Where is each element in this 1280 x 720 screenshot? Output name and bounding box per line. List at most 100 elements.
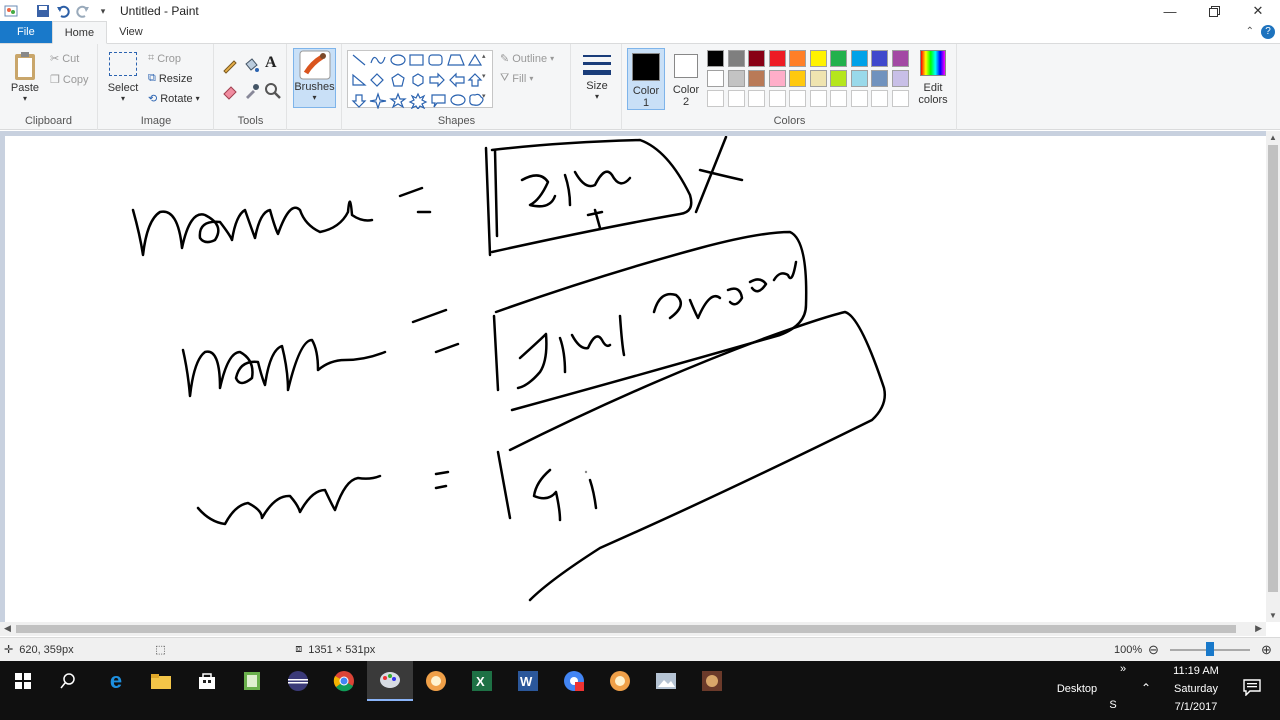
store-icon[interactable] <box>184 661 230 701</box>
select-button[interactable]: Select ▾ <box>107 52 139 103</box>
shapes-gallery[interactable] <box>347 50 493 111</box>
eclipse-icon[interactable] <box>275 661 321 701</box>
palette-swatch[interactable] <box>789 70 806 87</box>
redo-icon[interactable] <box>74 2 92 20</box>
palette-swatch[interactable] <box>809 50 827 67</box>
tab-home[interactable]: Home <box>51 21 108 44</box>
game-app-icon[interactable] <box>689 661 735 701</box>
file-explorer-icon[interactable] <box>138 661 184 701</box>
scroll-down-icon[interactable]: ▼ <box>1269 611 1277 620</box>
eraser-icon[interactable] <box>221 82 241 102</box>
clock-day[interactable]: Saturday <box>1166 683 1226 695</box>
cut-button[interactable]: ✂ Cut <box>50 52 79 66</box>
close-icon[interactable]: ✕ <box>1236 0 1280 22</box>
palette-swatch[interactable] <box>768 70 786 87</box>
palette-swatch[interactable] <box>748 70 765 87</box>
undo-icon[interactable] <box>54 2 72 20</box>
palette-swatch[interactable] <box>727 50 745 67</box>
paste-button[interactable]: Paste ▾ <box>8 50 42 103</box>
palette-swatch[interactable] <box>830 50 847 67</box>
action-center-icon[interactable] <box>1232 669 1272 705</box>
restore-icon[interactable] <box>1192 0 1236 22</box>
shapes-scroll-up-icon[interactable]: ▴ <box>482 52 486 60</box>
palette-swatch[interactable] <box>809 70 827 87</box>
color2-button[interactable]: Color 2 <box>667 48 705 110</box>
palette-swatch[interactable] <box>748 90 765 107</box>
shapes-scroll-down-icon[interactable]: ▾ <box>482 72 486 80</box>
tab-file[interactable]: File <box>0 21 52 43</box>
scroll-right-icon[interactable]: ▶ <box>1255 623 1262 634</box>
drawing-canvas[interactable] <box>5 136 1266 622</box>
edge-icon[interactable]: e <box>93 661 139 701</box>
vertical-scrollbar[interactable]: ▲ ▼ <box>1266 131 1280 622</box>
scroll-left-icon[interactable]: ◀ <box>4 623 11 634</box>
palette-swatch[interactable] <box>768 50 786 67</box>
text-tool-icon[interactable]: A <box>265 54 277 72</box>
toolbar-overflow-icon[interactable]: » <box>1116 663 1130 675</box>
collapse-ribbon-icon[interactable]: ⌃ <box>1246 26 1254 37</box>
app-flower-icon-2[interactable] <box>597 661 643 701</box>
word-icon[interactable]: W <box>505 661 551 701</box>
size-button[interactable]: Size ▾ <box>578 52 616 101</box>
palette-swatch[interactable] <box>830 90 847 107</box>
save-icon[interactable] <box>34 2 52 20</box>
palette-swatch[interactable] <box>748 50 765 67</box>
desktop-toolbar-label[interactable]: Desktop <box>1052 683 1102 695</box>
horizontal-scroll-thumb[interactable] <box>16 625 1236 633</box>
resize-button[interactable]: ⧉ Resize <box>148 72 192 85</box>
color-picker-icon[interactable] <box>242 82 262 102</box>
photos-icon[interactable] <box>643 661 689 701</box>
palette-swatch[interactable] <box>871 90 888 107</box>
notepad-app-icon[interactable] <box>229 661 275 701</box>
palette-swatch[interactable] <box>707 90 724 107</box>
chrome-app-icon[interactable] <box>551 661 597 701</box>
shapes-more-icon[interactable]: ▾ <box>482 92 486 100</box>
palette-swatch[interactable] <box>707 70 724 87</box>
edit-colors-button[interactable]: Edit colors <box>913 50 953 106</box>
palette-swatch[interactable] <box>850 90 868 107</box>
color1-button[interactable]: Color 1 <box>627 48 665 110</box>
palette-swatch[interactable] <box>871 70 888 87</box>
vertical-scroll-thumb[interactable] <box>1268 145 1278 592</box>
palette-swatch[interactable] <box>830 70 847 87</box>
horizontal-scrollbar[interactable]: ◀ ▶ <box>0 622 1266 636</box>
rotate-button[interactable]: ⟲ Rotate ▾ <box>148 92 200 106</box>
chrome-icon[interactable] <box>321 661 367 701</box>
palette-swatch[interactable] <box>727 90 745 107</box>
paint-taskbar-icon[interactable] <box>367 661 413 701</box>
palette-swatch[interactable] <box>809 90 827 107</box>
palette-swatch[interactable] <box>891 50 909 67</box>
show-hidden-icons-icon[interactable]: ⌃ <box>1138 681 1154 695</box>
palette-swatch[interactable] <box>707 50 724 67</box>
palette-swatch[interactable] <box>850 50 868 67</box>
palette-swatch[interactable] <box>789 90 806 107</box>
palette-swatch[interactable] <box>891 90 909 107</box>
app-flower-icon[interactable] <box>413 661 459 701</box>
scroll-up-icon[interactable]: ▲ <box>1269 133 1277 142</box>
minimize-icon[interactable]: — <box>1148 0 1192 22</box>
excel-icon[interactable]: X <box>459 661 505 701</box>
paint-app-icon[interactable] <box>2 2 20 20</box>
start-windows-icon[interactable] <box>0 661 46 701</box>
customize-quick-access-icon[interactable]: ▾ <box>94 2 112 20</box>
palette-swatch[interactable] <box>768 90 786 107</box>
zoom-slider-thumb[interactable] <box>1206 642 1214 656</box>
zoom-out-icon[interactable]: ⊖ <box>1148 642 1159 658</box>
palette-swatch[interactable] <box>871 50 888 67</box>
fill-bucket-icon[interactable] <box>242 56 262 76</box>
help-icon[interactable]: ? <box>1261 25 1275 39</box>
clock-date[interactable]: 7/1/2017 <box>1166 701 1226 713</box>
fill-button[interactable]: ⛛ Fill ▾ <box>500 72 533 85</box>
zoom-in-icon[interactable]: ⊕ <box>1261 642 1272 658</box>
crop-button[interactable]: ⌗ Crop <box>148 52 181 65</box>
palette-swatch[interactable] <box>891 70 909 87</box>
brushes-button[interactable]: Brushes ▾ <box>293 48 336 108</box>
copy-button[interactable]: ❐ Copy <box>50 73 89 87</box>
search-icon[interactable] <box>45 661 91 701</box>
tab-view[interactable]: View <box>107 21 155 43</box>
palette-swatch[interactable] <box>850 70 868 87</box>
pencil-icon[interactable] <box>221 56 241 76</box>
outline-button[interactable]: ✎ Outline ▾ <box>500 52 554 66</box>
clock-time[interactable]: 11:19 AM <box>1166 665 1226 677</box>
palette-swatch[interactable] <box>789 50 806 67</box>
